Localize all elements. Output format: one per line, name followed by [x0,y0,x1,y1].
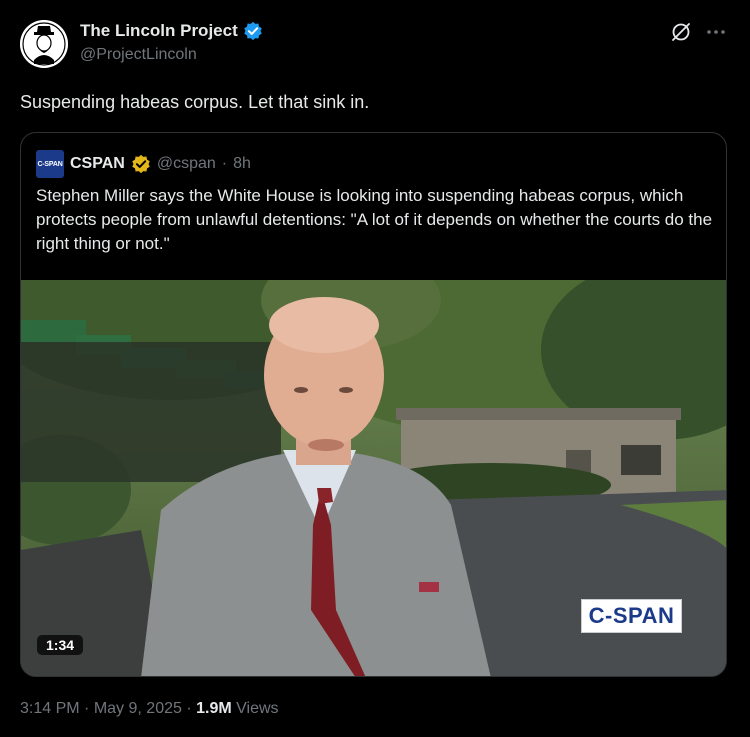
view-count: 1.9M [196,700,232,717]
post-meta: 3:14 PM · May 9, 2025 · 1.9M Views [20,700,279,718]
separator: · [221,155,228,172]
author-handle[interactable]: @ProjectLincoln [80,46,197,64]
video-player[interactable]: 1:34 C-SPAN [21,280,726,676]
author-avatar[interactable] [20,20,68,68]
quoted-post-header: C-SPAN CSPAN @cspan · 8h [36,150,251,178]
post: The Lincoln Project @ProjectLincoln Susp… [0,0,750,737]
post-time[interactable]: 3:14 PM [20,700,80,717]
post-text: Suspending habeas corpus. Let that sink … [20,92,370,112]
video-duration: 1:34 [37,635,84,655]
verified-badge-icon [243,21,263,41]
quoted-post[interactable]: C-SPAN CSPAN @cspan · 8h Stephen Miller … [20,132,727,677]
quoted-post-text: Stephen Miller says the White House is l… [36,186,713,253]
gold-verified-badge-icon [131,154,151,174]
cspan-watermark: C-SPAN [581,599,682,633]
author-name[interactable]: The Lincoln Project [80,21,238,41]
author-name-row[interactable]: The Lincoln Project [80,21,263,41]
post-date[interactable]: May 9, 2025 [94,700,182,717]
quoted-author-handle[interactable]: @cspan [157,155,216,173]
grok-icon[interactable] [670,21,692,43]
more-icon[interactable] [704,20,728,44]
quoted-author-name[interactable]: CSPAN [70,155,125,173]
separator: · [84,700,90,717]
quoted-author-avatar[interactable]: C-SPAN [36,150,64,178]
quoted-post-time[interactable]: 8h [233,155,251,173]
separator: · [186,700,192,717]
views-label: Views [236,700,279,717]
